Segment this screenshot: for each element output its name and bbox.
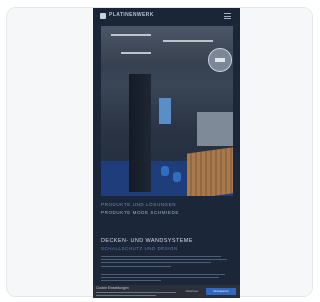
section-title: DECKEN- UND WANDSYSTEME <box>101 238 193 244</box>
section-eyebrow: PRODUKTE UND LÖSUNGEN <box>101 202 177 207</box>
body-text-block <box>101 256 229 269</box>
cookie-title: Cookie Einstellungen <box>96 286 129 290</box>
mobile-page-preview[interactable]: PLATINENWERK PRODUKTE UND LÖSUNGEN PRODU… <box>93 8 240 298</box>
wooden-counter <box>187 146 233 196</box>
chair <box>161 166 169 176</box>
accept-button[interactable]: Akzeptieren <box>206 288 236 295</box>
wall-screen <box>159 98 171 124</box>
top-navigation-bar: PLATINENWERK <box>93 8 240 24</box>
circular-badge-icon <box>208 48 232 72</box>
decline-button[interactable]: Ablehnen <box>181 289 203 294</box>
cookie-banner: Cookie Einstellungen Ablehnen Akzeptiere… <box>93 285 240 298</box>
cookie-text-line <box>96 292 176 293</box>
cookie-text-line <box>96 295 156 296</box>
chair <box>173 172 181 182</box>
ceiling-light <box>121 52 151 54</box>
brand-logo-icon[interactable] <box>100 13 106 19</box>
section-subtitle: SCHALLSCHUTZ UND DESIGN <box>101 246 178 251</box>
brand-name[interactable]: PLATINENWERK <box>109 12 154 18</box>
showcase-display <box>197 112 233 146</box>
hamburger-menu-icon[interactable] <box>224 13 231 19</box>
body-text-block <box>101 274 229 284</box>
ceiling-light <box>163 40 213 42</box>
ceiling-light <box>111 34 151 36</box>
dark-column <box>129 74 151 192</box>
hero-image <box>101 26 233 196</box>
section-subhead[interactable]: PRODUKTE MODE SCHMIEDE <box>101 210 233 215</box>
